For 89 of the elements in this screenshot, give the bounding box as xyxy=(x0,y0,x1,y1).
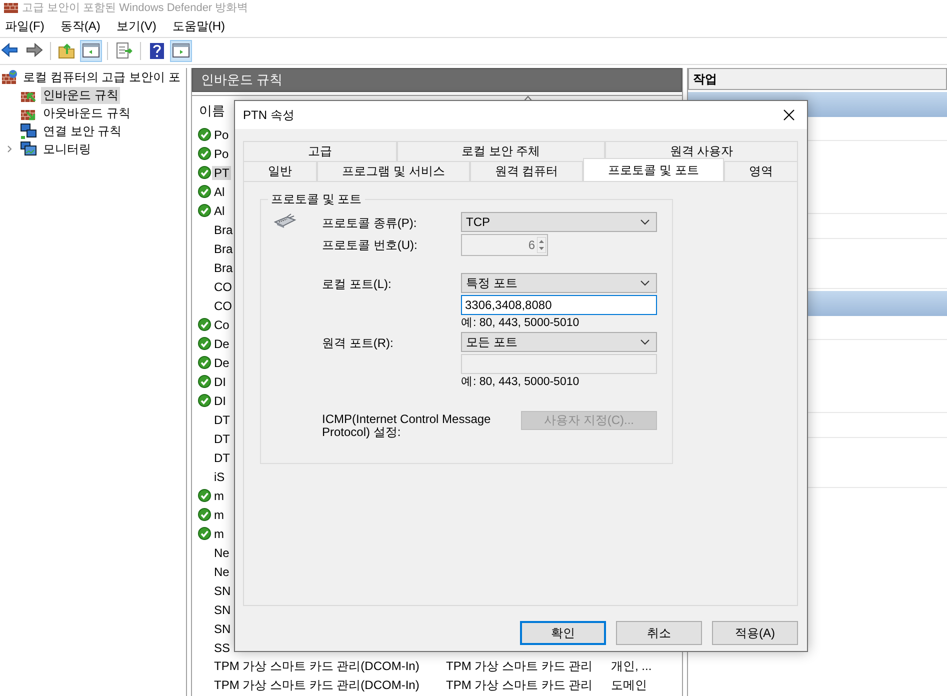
table-cell-text: m xyxy=(213,526,225,540)
firewall-globe-icon xyxy=(1,69,19,85)
table-cell-text: TPM 가상 스마트 카드 관리(DCOM-In) xyxy=(213,677,420,694)
table-cell-text: DT xyxy=(213,432,231,446)
tab[interactable]: 일반 xyxy=(243,161,318,181)
tab[interactable]: 원격 컴퓨터 xyxy=(470,161,584,181)
tab[interactable]: 영역 xyxy=(724,161,798,181)
port-input-field[interactable]: 3306,3408,8080 xyxy=(461,295,657,315)
pane-icon[interactable] xyxy=(172,42,190,60)
table-cell-text: Ne xyxy=(213,546,230,560)
table-cell: PT xyxy=(212,166,232,180)
table-cell-text: SN xyxy=(213,622,232,636)
help-icon[interactable] xyxy=(148,42,166,60)
dialog-button[interactable]: 취소 xyxy=(616,621,702,645)
table-cell-text: 도메인 xyxy=(611,677,648,694)
table-cell-text: DT xyxy=(213,412,231,426)
table-cell-text: SS xyxy=(213,640,232,654)
table-cell-text: TPM 가상 스마트 카드 관리(DCOM-In) xyxy=(213,658,420,675)
dialog-button[interactable]: 적용(A) xyxy=(712,621,798,645)
table-cell-text: m xyxy=(213,488,225,502)
table-cell-text: 개인, ... xyxy=(611,658,653,675)
table-cell-text: Bra xyxy=(213,222,234,236)
table-cell-text: DI xyxy=(213,394,227,408)
sort-caret-icon[interactable] xyxy=(524,96,532,101)
field-label: 로컬 포트(L): xyxy=(322,276,392,293)
field-label: 프로토콜 종류(P): xyxy=(322,215,418,232)
hint-text: 예: 80, 443, 5000-5010 xyxy=(461,316,580,330)
menu-item[interactable]: 파일(F) xyxy=(0,18,50,34)
chevron-down-icon xyxy=(640,219,650,225)
hint-text: 예: 80, 443, 5000-5010 xyxy=(461,375,580,389)
panel-header: 작업 xyxy=(688,68,947,90)
tree-item[interactable]: 로컬 컴퓨터의 고급 보안이 포 xyxy=(23,68,180,86)
field-label: 프로토콜 번호(U): xyxy=(322,237,418,254)
tab[interactable]: 고급 xyxy=(243,141,397,161)
tab[interactable]: 프로그램 및 서비스 xyxy=(317,161,470,181)
chevron-down-icon xyxy=(640,280,650,286)
firewall-icon xyxy=(4,1,18,13)
table-cell-text: m xyxy=(213,508,225,522)
dialog-button[interactable]: 확인 xyxy=(520,621,606,645)
tree-item[interactable]: 연결 보안 규칙 xyxy=(41,122,124,140)
tab[interactable]: 로컬 보안 주체 xyxy=(396,141,605,161)
table-cell-text: De xyxy=(213,356,230,370)
table-cell-text: Po xyxy=(213,128,230,142)
table-cell-text: SN xyxy=(213,584,232,598)
column-header[interactable]: 이름 xyxy=(192,102,225,120)
tree-item[interactable]: 모니터링 xyxy=(41,140,93,158)
menu-item[interactable]: 도움말(H) xyxy=(167,18,230,34)
dropdown[interactable]: 모든 포트 xyxy=(461,332,657,352)
field-label: 원격 포트(R): xyxy=(322,335,394,352)
tab[interactable]: 원격 사용자 xyxy=(604,141,798,161)
menu-item[interactable]: 보기(V) xyxy=(111,18,162,34)
panel-header: 인바운드 규칙 xyxy=(192,68,682,92)
cable-plug-icon xyxy=(273,212,297,230)
table-cell-text: Ne xyxy=(213,564,230,578)
monitor-icon xyxy=(20,141,37,157)
tab[interactable]: 프로토콜 및 포트 xyxy=(583,158,724,182)
back-arrow-icon[interactable] xyxy=(1,42,19,60)
table-cell-text: TPM 가상 스마트 카드 관리 xyxy=(446,658,594,675)
export-list-icon[interactable] xyxy=(115,42,133,60)
forward-arrow-icon[interactable] xyxy=(25,42,43,60)
table-cell-text: De xyxy=(213,336,230,350)
table-cell-text: CO xyxy=(213,280,233,294)
table-cell-text: Al xyxy=(213,204,226,218)
tree-item[interactable]: 아웃바운드 규칙 xyxy=(41,104,132,122)
table-cell-text: SN xyxy=(213,602,232,616)
tree-item[interactable]: 인바운드 규칙 xyxy=(41,86,120,104)
table-cell-text: Bra xyxy=(213,242,234,256)
menu-item[interactable]: 동작(A) xyxy=(55,18,106,34)
collapse-chevron-icon[interactable] xyxy=(6,145,14,153)
table-cell-text: DI xyxy=(213,374,227,388)
table-cell-text: CO xyxy=(213,298,233,312)
table-cell-text: Al xyxy=(213,184,226,198)
folder-up-icon[interactable] xyxy=(58,42,76,60)
table-cell-text: Co xyxy=(213,318,230,332)
dropdown[interactable]: TCP xyxy=(461,212,657,232)
window-title: 고급 보안이 포함된 Windows Defender 방화벽 xyxy=(22,0,248,14)
computers-icon xyxy=(20,123,37,139)
pane-icon[interactable] xyxy=(82,42,100,60)
table-cell-text: TPM 가상 스마트 카드 관리 xyxy=(446,677,594,694)
table-cell-text: Bra xyxy=(213,260,234,274)
table-cell-text: Po xyxy=(213,146,230,160)
table-cell-text: DT xyxy=(213,450,231,464)
group-title: 프로토콜 및 포트 xyxy=(270,191,363,208)
dialog-title: PTN 속성 xyxy=(243,106,294,124)
field-label: ICMP(Internet Control Message Protocol) 설정: xyxy=(322,411,492,439)
chevron-down-icon xyxy=(640,339,650,345)
dropdown[interactable]: 특정 포트 xyxy=(461,273,657,293)
close-icon xyxy=(783,109,795,121)
table-cell-text: iS xyxy=(213,470,226,484)
